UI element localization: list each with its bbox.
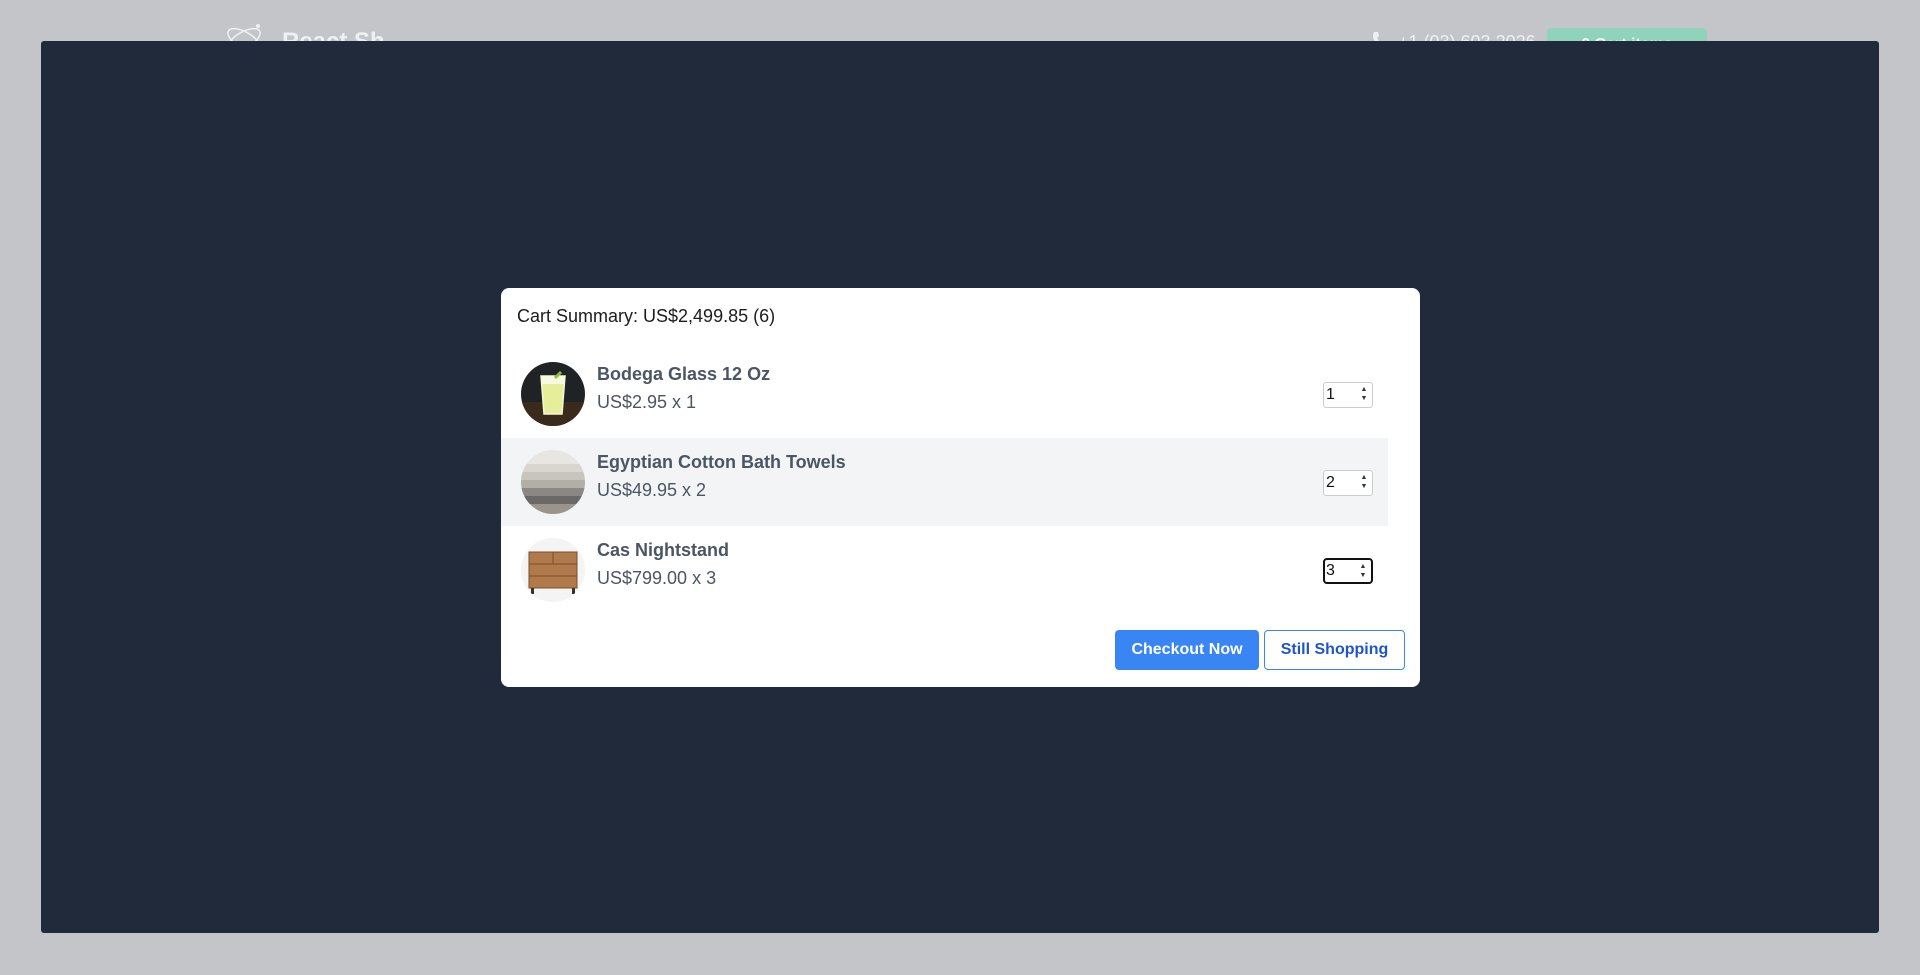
cart-item-list: Bodega Glass 12 Oz US$2.95 x 1 1 ▲ ▼ Egy… (501, 350, 1388, 614)
cart-summary-dialog: Cart Summary: US$2,499.85 (6) Bodega Gla… (501, 288, 1420, 687)
quantity-value: 2 (1326, 474, 1335, 491)
quantity-stepper[interactable]: 2 ▲ ▼ (1323, 470, 1373, 496)
cart-item: Cas Nightstand US$799.00 x 3 3 ▲ ▼ (501, 526, 1388, 614)
towels-image (521, 450, 585, 514)
item-price: US$2.95 x 1 (597, 392, 697, 412)
cart-item: Bodega Glass 12 Oz US$2.95 x 1 1 ▲ ▼ (501, 350, 1388, 438)
quantity-stepper[interactable]: 3 ▲ ▼ (1323, 558, 1373, 584)
quantity-stepper[interactable]: 1 ▲ ▼ (1323, 382, 1373, 408)
nightstand-image (521, 538, 585, 602)
item-price: US$49.95 x 2 (597, 480, 707, 500)
item-name: Bodega Glass 12 Oz (597, 364, 771, 384)
still-shopping-button[interactable]: Still Shopping (1264, 630, 1405, 670)
item-price: US$799.00 x 3 (597, 568, 717, 588)
cart-item: Egyptian Cotton Bath Towels US$49.95 x 2… (501, 438, 1388, 526)
item-name: Cas Nightstand (597, 540, 730, 560)
spinner-arrows-icon[interactable]: ▲ ▼ (1358, 562, 1368, 582)
glass-image (521, 362, 585, 426)
spinner-arrows-icon[interactable]: ▲ ▼ (1359, 473, 1369, 493)
dialog-title: Cart Summary: US$2,499.85 (6) (517, 306, 776, 326)
item-name: Egyptian Cotton Bath Towels (597, 452, 846, 472)
quantity-value: 3 (1326, 562, 1335, 579)
page: React Sh +1 (03) 603 2026 0 Cart items C… (0, 0, 1920, 975)
spinner-arrows-icon[interactable]: ▲ ▼ (1359, 385, 1369, 405)
checkout-now-button[interactable]: Checkout Now (1115, 630, 1259, 670)
quantity-value: 1 (1326, 386, 1335, 403)
